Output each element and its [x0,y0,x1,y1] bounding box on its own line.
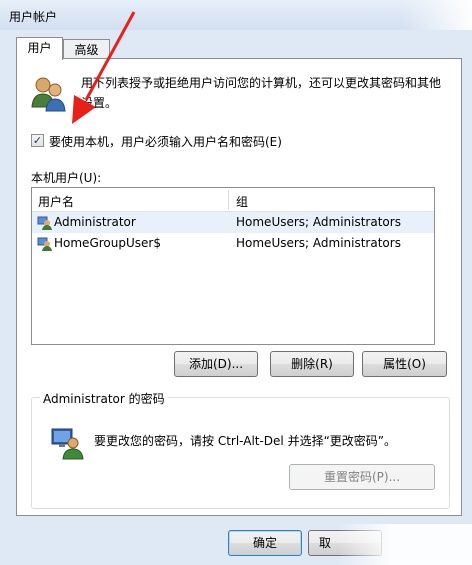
tab-users[interactable]: 用户 [16,37,63,60]
user-group: HomeUsers; Administrators [236,215,401,229]
users-list[interactable]: 用户名 组 Administrator HomeUsers; Administr… [31,187,435,345]
table-row[interactable]: HomeGroupUser$ HomeUsers; Administrators [32,233,434,254]
password-change-message: 要更改您的密码，请按 Ctrl-Alt-Del 并选择“更改密码”。 [94,434,397,448]
title-bar: 用户帐户 [0,0,472,30]
add-button[interactable]: 添加(D)... [174,351,258,377]
list-header: 用户名 组 [32,188,434,212]
tab-advanced[interactable]: 高级 [63,39,110,60]
window-title: 用户帐户 [9,10,58,24]
title-bar-glare [402,0,472,30]
reset-password-button[interactable]: 重置密码(P)... [289,464,435,490]
local-users-label: 本机用户(U): [31,171,102,185]
table-row[interactable]: Administrator HomeUsers; Administrators [32,212,434,233]
user-icon [37,216,52,230]
column-header-username[interactable]: 用户名 [38,193,74,210]
password-group-legend: Administrator 的密码 [40,390,168,407]
require-login-label[interactable]: 要使用本机，用户必须输入用户名和密码(E) [49,133,282,150]
users-icon [31,77,66,112]
intro-text: 用下列表授予或拒绝用户访问您的计算机，还可以更改其密码和其他设置。 [81,76,442,110]
column-header-group[interactable]: 组 [236,193,248,210]
user-name: Administrator [54,215,136,229]
watermark-blur [338,524,472,565]
remove-button[interactable]: 删除(R) [270,351,354,377]
users-tab-panel: 用下列表授予或拒绝用户访问您的计算机，还可以更改其密码和其他设置。 ✓ 要使用本… [16,58,462,516]
require-login-checkbox[interactable]: ✓ [31,134,44,147]
column-divider[interactable] [228,190,229,210]
properties-button[interactable]: 属性(O) [362,351,447,377]
ok-button[interactable]: 确定 [228,530,302,556]
computer-user-icon [51,428,84,460]
user-name: HomeGroupUser$ [54,236,161,250]
user-icon [37,237,52,251]
password-group: Administrator 的密码 要更改您的密码，请按 Ctrl-Alt-De… [31,390,450,509]
user-group: HomeUsers; Administrators [236,236,401,250]
